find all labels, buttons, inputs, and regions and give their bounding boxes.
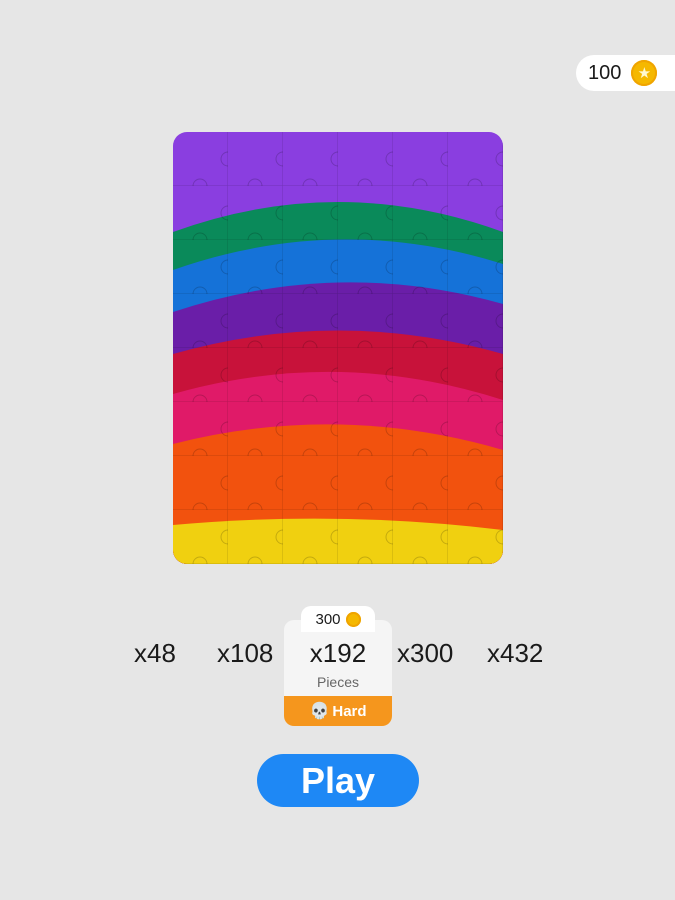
difficulty-label: Hard (332, 702, 367, 720)
piece-option-300[interactable]: x300 (397, 638, 453, 669)
star-coin-icon: ★ (631, 60, 658, 86)
difficulty-badge: 💀 Hard (284, 696, 392, 726)
piece-option-108[interactable]: x108 (217, 638, 273, 669)
puzzle-preview (173, 132, 503, 564)
coin-count: 100 (588, 61, 622, 84)
price-value: 300 (315, 610, 341, 628)
selected-piece-count: x192 (309, 638, 367, 668)
puzzle-preview-image (173, 132, 503, 564)
skull-icon: 💀 (309, 703, 330, 720)
pieces-label: Pieces (316, 674, 360, 690)
coin-balance[interactable]: 100 ★ (576, 55, 675, 91)
selected-piece-option-card[interactable]: x192 Pieces 💀 Hard (284, 620, 392, 726)
play-button[interactable]: Play (257, 754, 419, 807)
piece-option-48[interactable]: x48 (134, 638, 176, 669)
coin-icon (345, 611, 361, 627)
piece-option-432[interactable]: x432 (487, 638, 543, 669)
price-tab: 300 (301, 606, 375, 632)
